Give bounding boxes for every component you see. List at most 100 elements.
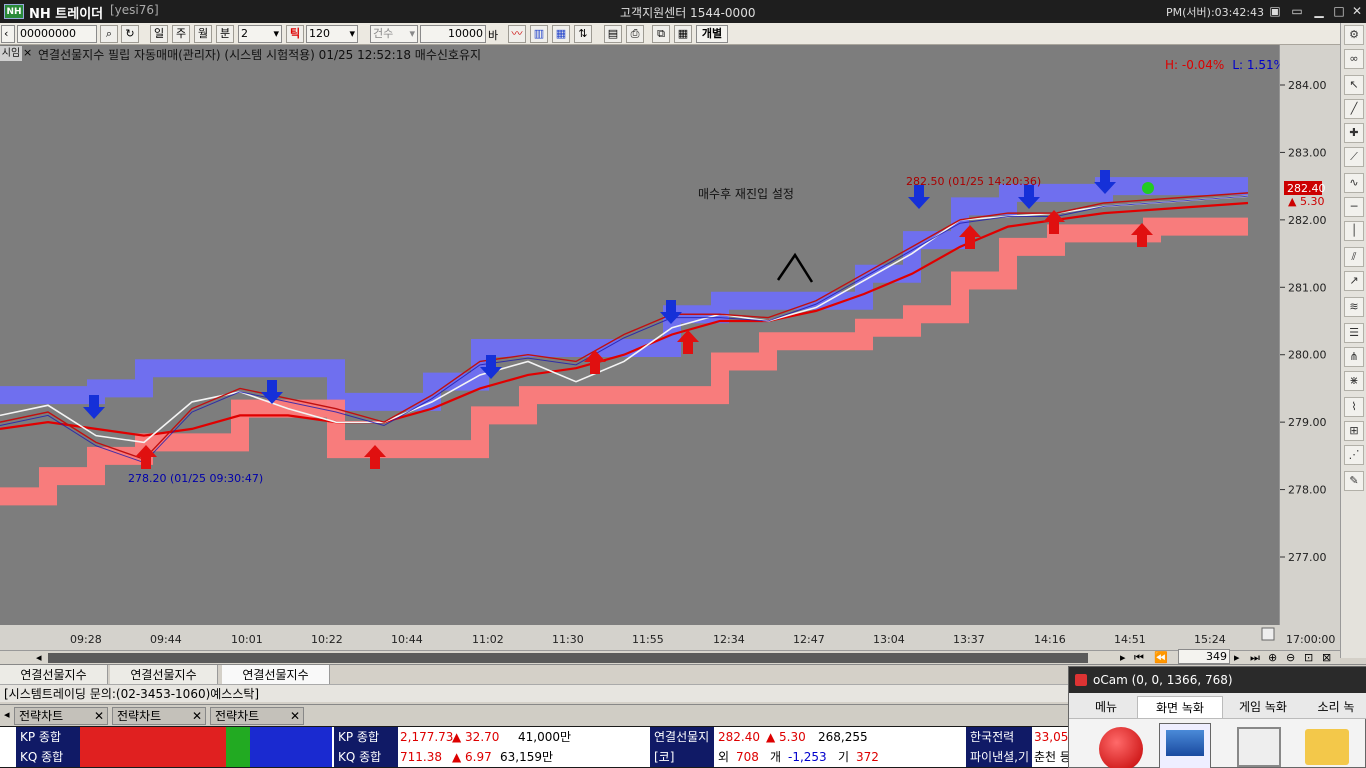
chart-tab-2[interactable]: 연결선물지수 — [110, 665, 218, 685]
trend-tool-icon[interactable]: ⟋ — [1344, 147, 1364, 167]
channel-tool-icon[interactable]: ⫽ — [1344, 247, 1364, 267]
y-tick-label: 283.00 — [1288, 146, 1327, 159]
screen-capture-button[interactable] — [1159, 723, 1211, 768]
prev-arrow-icon[interactable]: ‹ — [1, 25, 15, 43]
line-chart-icon[interactable]: 〰 — [508, 25, 526, 43]
pitch-tool-icon[interactable]: ⋰ — [1344, 445, 1364, 465]
folder-icon[interactable] — [1305, 729, 1349, 765]
document-icon[interactable]: ▤ — [604, 25, 622, 43]
y-tick-label: 279.00 — [1288, 416, 1327, 429]
minute-select[interactable]: 2 ▾ — [238, 25, 282, 43]
maximize-button[interactable]: □ — [1332, 4, 1346, 18]
cross-tool-icon[interactable]: ✚ — [1344, 123, 1364, 143]
bar-count-input[interactable]: 349 — [1178, 649, 1230, 664]
scroll-left-icon[interactable]: ◂ — [36, 651, 42, 665]
close-icon[interactable]: ✕ — [94, 708, 104, 724]
vline-tool-icon[interactable]: │ — [1344, 221, 1364, 241]
close-icon[interactable]: ✕ — [290, 708, 300, 724]
arrow-tool-icon[interactable]: ↗ — [1344, 271, 1364, 291]
x-tick-label: 17:00:00 — [1286, 633, 1335, 646]
individual-button[interactable]: 개별 — [696, 25, 728, 43]
x-tick-label: 14:16 — [1034, 633, 1066, 646]
period-month-button[interactable]: 월 — [194, 25, 212, 43]
cursor-icon[interactable]: ↖ — [1344, 75, 1364, 95]
chart-scroll-row: ◂ ▸ ⏮ ⏪ 349 ▸ ⏭ ⊕ ⊖ ⊡ ⊠ — [0, 649, 1340, 665]
gann-tool-icon[interactable]: ⋇ — [1344, 371, 1364, 391]
period-week-button[interactable]: 주 — [172, 25, 190, 43]
foreign-value: 708 — [736, 750, 759, 764]
account-input[interactable]: 00000000 — [17, 25, 97, 43]
ocam-window: oCam (0, 0, 1366, 768) 메뉴 화면 녹화 게임 녹화 소리… — [1068, 666, 1366, 768]
window-tab-1[interactable]: 전략차트 ✕ — [14, 707, 108, 725]
quantity-value: 10000 — [448, 27, 483, 40]
grid-icon[interactable]: ▦ — [674, 25, 692, 43]
chart-scrollbar[interactable] — [48, 653, 1088, 663]
ocam-tab-menu[interactable]: 메뉴 — [1075, 696, 1137, 718]
right-toolbar: ⚙ ∞ ↖ ╱ ✚ ⟋ ∿ ─ │ ⫽ ↗ ≋ ☰ ⋔ ⋇ ⌇ ⊞ ⋰ ✎ — [1340, 23, 1366, 658]
ocam-title-bar[interactable]: oCam (0, 0, 1366, 768) — [1069, 667, 1366, 693]
period-day-button[interactable]: 일 — [150, 25, 168, 43]
quantity-input[interactable]: 10000 — [420, 25, 486, 43]
ocam-tab-sound[interactable]: 소리 녹 — [1305, 696, 1366, 718]
line-tool-icon[interactable]: ╱ — [1344, 99, 1364, 119]
minute-value: 2 — [241, 27, 248, 40]
square-tool-icon[interactable]: ⊞ — [1344, 421, 1364, 441]
chart-tab-3[interactable]: 연결선물지수 — [222, 665, 330, 685]
chart-close-button[interactable]: ⊠ — [1322, 651, 1331, 665]
back-icon[interactable]: ⏪ — [1154, 651, 1168, 665]
ocam-tab-game[interactable]: 게임 녹화 — [1225, 696, 1301, 718]
refresh-icon[interactable]: ↻ — [121, 25, 139, 43]
first-icon[interactable]: ⏮ — [1134, 651, 1144, 665]
minimize-button[interactable]: ▁ — [1312, 4, 1326, 18]
toolbar: ‹ 00000000 ⌕ ↻ 일 주 월 분 2 ▾ 틱 120 ▾ 건수 ▾ 100… — [0, 23, 1340, 45]
futures-label: 연결선물지 — [650, 727, 714, 747]
y-tick-label: 281.00 — [1288, 281, 1327, 294]
ocam-tab-screen[interactable]: 화면 녹화 — [1137, 696, 1223, 718]
close-icon[interactable]: ✕ — [192, 708, 202, 724]
link-icon[interactable]: ∞ — [1344, 49, 1364, 69]
compare-icon[interactable]: ⇅ — [574, 25, 592, 43]
period-minute-button[interactable]: 분 — [216, 25, 234, 43]
print-icon[interactable]: ⎙ — [626, 25, 644, 43]
tabs-left-icon[interactable]: ◂ — [4, 708, 10, 721]
fibo-tool-icon[interactable]: ≋ — [1344, 297, 1364, 317]
chart-tab-1[interactable]: 연결선물지수 — [0, 665, 108, 685]
window-tab-3[interactable]: 전략차트 ✕ — [210, 707, 304, 725]
bar-chart-icon[interactable]: ▥ — [530, 25, 548, 43]
candle-chart-icon[interactable]: ▦ — [552, 25, 570, 43]
last-icon[interactable]: ⏭ — [1250, 651, 1260, 665]
window-tab-label: 전략차트 — [19, 709, 64, 723]
search-icon[interactable]: ⌕ — [100, 25, 118, 43]
tick-select[interactable]: 120 ▾ — [306, 25, 358, 43]
monitor-icon[interactable]: ▭ — [1290, 4, 1304, 18]
copy-icon[interactable]: ⧉ — [652, 25, 670, 43]
zoom-out-icon[interactable]: ⊖ — [1286, 651, 1295, 665]
window-tab-2[interactable]: 전략차트 ✕ — [112, 707, 206, 725]
region-resize-icon[interactable] — [1237, 727, 1281, 767]
wave-tool-icon[interactable]: ∿ — [1344, 173, 1364, 193]
sell-arrow-icon — [908, 185, 930, 209]
cycle-tool-icon[interactable]: ⌇ — [1344, 397, 1364, 417]
tick-button[interactable]: 틱 — [286, 25, 304, 43]
record-button[interactable] — [1099, 727, 1143, 768]
fit-icon[interactable]: ⊡ — [1304, 651, 1313, 665]
fan-tool-icon[interactable]: ⋔ — [1344, 347, 1364, 367]
scroll-right-icon[interactable]: ▸ — [1120, 651, 1126, 665]
count-select[interactable]: 건수 ▾ — [370, 25, 418, 43]
kp-volume: 41,000만 — [518, 730, 572, 744]
zoom-icon[interactable] — [1261, 627, 1275, 641]
x-tick-label: 11:55 — [632, 633, 664, 646]
chart-area[interactable]: 시임 × 연결선물지수 필립 자동매매(관리자) (시스템 시험적용) 01/2… — [0, 45, 1340, 650]
restore-icon[interactable]: ▣ — [1268, 4, 1282, 18]
server-clock: PM(서버):03:42:43 — [1166, 6, 1265, 19]
x-tick-label: 11:30 — [552, 633, 584, 646]
list-tool-icon[interactable]: ☰ — [1344, 323, 1364, 343]
forward-icon[interactable]: ▸ — [1234, 651, 1240, 665]
settings-icon[interactable]: ⚙ — [1344, 25, 1364, 45]
hline-tool-icon[interactable]: ─ — [1344, 197, 1364, 217]
free-draw-icon[interactable]: ✎ — [1344, 471, 1364, 491]
zoom-in-icon[interactable]: ⊕ — [1268, 651, 1277, 665]
close-button[interactable]: ✕ — [1350, 4, 1364, 18]
window-tabs: ◂ 전략차트 ✕ 전략차트 ✕ 전략차트 ✕ — [0, 704, 1070, 726]
price-chart[interactable]: 284.00 283.00 282.00 281.00 280.00 279.00 278.… — [0, 45, 1340, 650]
